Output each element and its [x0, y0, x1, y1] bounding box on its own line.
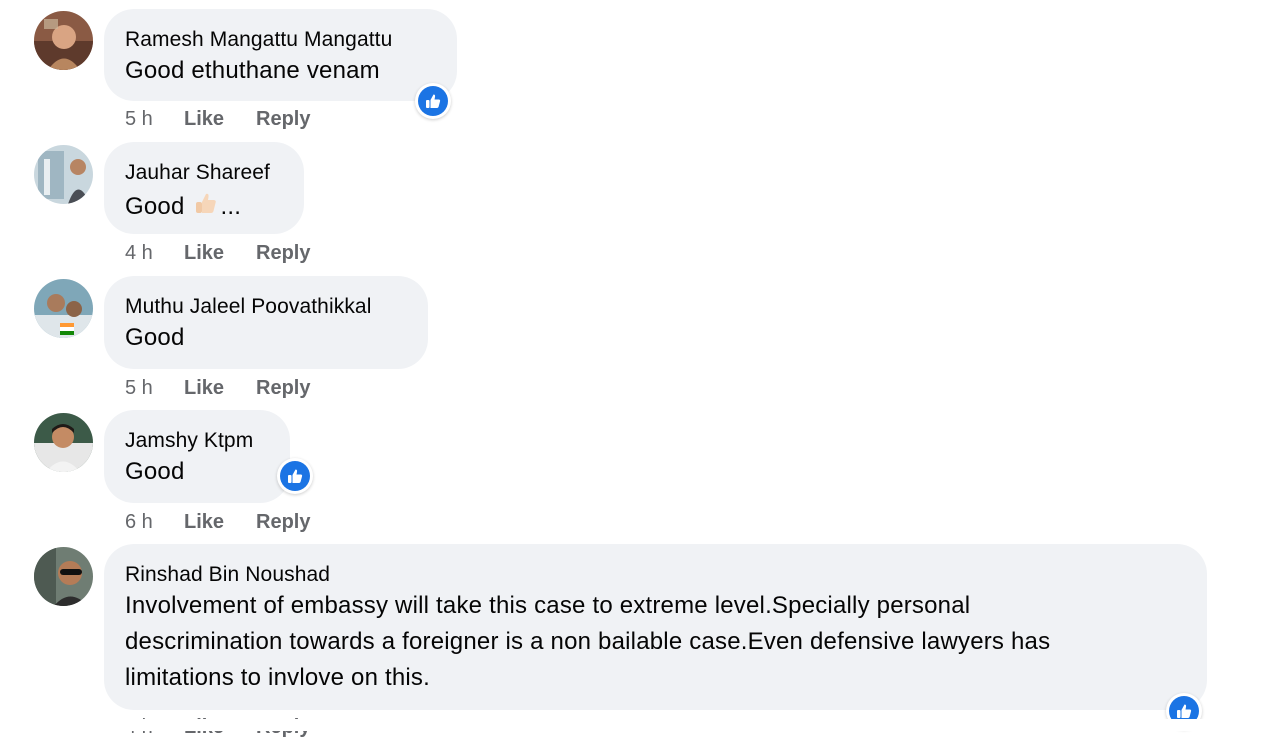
like-button[interactable]: Like	[184, 242, 256, 265]
like-button[interactable]: Like	[184, 511, 256, 534]
comment-bubble: Muthu Jaleel Poovathikkal Good	[104, 276, 428, 369]
reply-button[interactable]: Reply	[256, 511, 310, 534]
avatar[interactable]	[34, 547, 93, 606]
comment-author[interactable]: Muthu Jaleel Poovathikkal	[125, 295, 371, 319]
comment-bubble: Jamshy Ktpm Good	[104, 410, 290, 503]
like-reaction-icon[interactable]	[415, 83, 451, 119]
comment-bubble: Jauhar Shareef Good ...	[104, 142, 304, 234]
avatar[interactable]	[34, 145, 93, 204]
profile-photo-icon	[34, 279, 93, 338]
comment-text-content: Good	[125, 193, 185, 220]
profile-photo-icon	[34, 145, 93, 204]
comment-time[interactable]: 5 h	[125, 377, 184, 400]
comment-text: Good	[125, 458, 185, 485]
comment-text-line: descrimination towards a foreigner is a …	[125, 628, 1051, 655]
comment-text: Good ...	[125, 190, 241, 223]
comment-time[interactable]: 5 h	[125, 108, 184, 131]
avatar[interactable]	[34, 11, 93, 70]
comment-time[interactable]: 6 h	[125, 511, 184, 534]
comment-text: Good	[125, 324, 185, 351]
comment-text-line: Involvement of embassy will take this ca…	[125, 592, 971, 619]
comment-author[interactable]: Ramesh Mangattu Mangattu	[125, 28, 392, 52]
comment-author[interactable]: Jauhar Shareef	[125, 161, 270, 185]
reply-button[interactable]: Reply	[256, 242, 310, 265]
comment-text: Involvement of embassy will take this ca…	[125, 588, 1185, 696]
reply-button[interactable]: Reply	[256, 108, 310, 131]
comment-text-suffix: ...	[220, 193, 242, 220]
comment-actions: 4 hLikeReply	[125, 242, 310, 265]
comment-author[interactable]: Jamshy Ktpm	[125, 429, 253, 453]
comment-actions: 6 h Like Reply	[125, 511, 310, 534]
profile-photo-icon	[34, 11, 93, 70]
like-button[interactable]: Like	[184, 108, 256, 131]
comment-actions: 5 h Like Reply	[125, 377, 310, 400]
comment-bubble: Ramesh Mangattu Mangattu Good ethuthane …	[104, 9, 457, 101]
avatar[interactable]	[34, 279, 93, 338]
comment-author[interactable]: Rinshad Bin Noushad	[125, 563, 330, 587]
viewport-cutoff	[0, 719, 1280, 731]
comment-bubble: Rinshad Bin Noushad Involvement of embas…	[104, 544, 1207, 710]
profile-photo-icon	[34, 413, 93, 472]
comment-time[interactable]: 4 h	[125, 242, 184, 265]
comment-text: Good ethuthane venam	[125, 57, 380, 84]
comment-text-line: limitations to invlove on this.	[125, 664, 431, 691]
like-button[interactable]: Like	[184, 377, 256, 400]
reply-button[interactable]: Reply	[256, 377, 310, 400]
avatar[interactable]	[34, 413, 93, 472]
profile-photo-icon	[34, 547, 93, 606]
thumbs-up-emoji-icon	[193, 190, 219, 223]
comment-actions: 5 h Like Reply	[125, 108, 310, 131]
like-reaction-icon[interactable]	[277, 458, 313, 494]
